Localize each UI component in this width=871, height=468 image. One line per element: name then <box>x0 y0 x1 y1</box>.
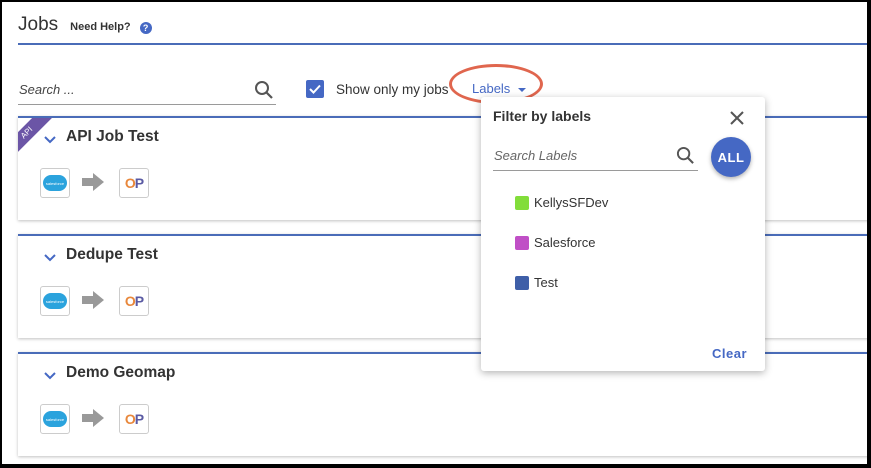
arrow-right-icon <box>82 291 104 314</box>
search-icon[interactable] <box>254 80 274 105</box>
popover-title: Filter by labels <box>493 108 592 124</box>
label-color-swatch <box>515 275 529 290</box>
only-my-jobs-label: Show only my jobs <box>336 81 449 97</box>
arrow-right-icon <box>82 409 104 432</box>
label-search <box>493 142 698 171</box>
label-name: Test <box>534 275 558 290</box>
close-icon[interactable] <box>729 110 745 131</box>
chevron-down-icon[interactable] <box>44 249 56 267</box>
label-search-input[interactable] <box>493 142 664 168</box>
search-icon[interactable] <box>676 146 695 170</box>
clear-button[interactable]: Clear <box>712 346 747 361</box>
op-logo-icon: OP <box>119 404 149 434</box>
only-my-jobs-checkbox[interactable] <box>306 80 324 98</box>
label-color-swatch <box>515 195 529 210</box>
salesforce-logo-icon: salesforce <box>40 286 70 316</box>
caret-down-icon <box>518 87 527 92</box>
help-icon[interactable]: ? <box>139 22 152 34</box>
select-all-button[interactable]: ALL <box>711 137 751 177</box>
salesforce-logo-icon: salesforce <box>40 404 70 434</box>
label-name: KellysSFDev <box>534 195 609 210</box>
page-title: Jobs <box>18 14 59 35</box>
labels-button-label: Labels <box>472 81 511 96</box>
only-my-jobs-toggle[interactable]: Show only my jobs <box>306 80 449 98</box>
labels-dropdown-button[interactable]: Labels <box>472 81 527 96</box>
job-search <box>18 76 276 105</box>
label-option-kellyssfdev[interactable]: KellysSFDev <box>515 195 608 210</box>
label-name: Salesforce <box>534 235 596 250</box>
arrow-right-icon <box>82 173 104 196</box>
app-window: Jobs Need Help? ? Show only my jobs Labe… <box>2 2 867 464</box>
need-help-link[interactable]: Need Help? <box>70 21 131 33</box>
chevron-down-icon[interactable] <box>44 131 56 149</box>
job-name[interactable]: Dedupe Test <box>66 246 158 264</box>
op-logo-icon: OP <box>119 286 149 316</box>
chevron-down-icon[interactable] <box>44 367 56 385</box>
label-option-test[interactable]: Test <box>515 275 558 290</box>
salesforce-logo-icon: salesforce <box>40 168 70 198</box>
job-name[interactable]: Demo Geomap <box>66 364 175 382</box>
search-input[interactable] <box>18 76 239 102</box>
check-icon <box>309 84 321 94</box>
page-header: Jobs Need Help? ? <box>18 14 152 36</box>
job-name[interactable]: API Job Test <box>66 128 159 146</box>
label-color-swatch <box>515 235 529 250</box>
header-divider <box>18 43 867 45</box>
label-option-salesforce[interactable]: Salesforce <box>515 235 595 250</box>
label-filter-popover: Filter by labels ALL KellysSFDev Salesfo… <box>481 97 765 371</box>
op-logo-icon: OP <box>119 168 149 198</box>
